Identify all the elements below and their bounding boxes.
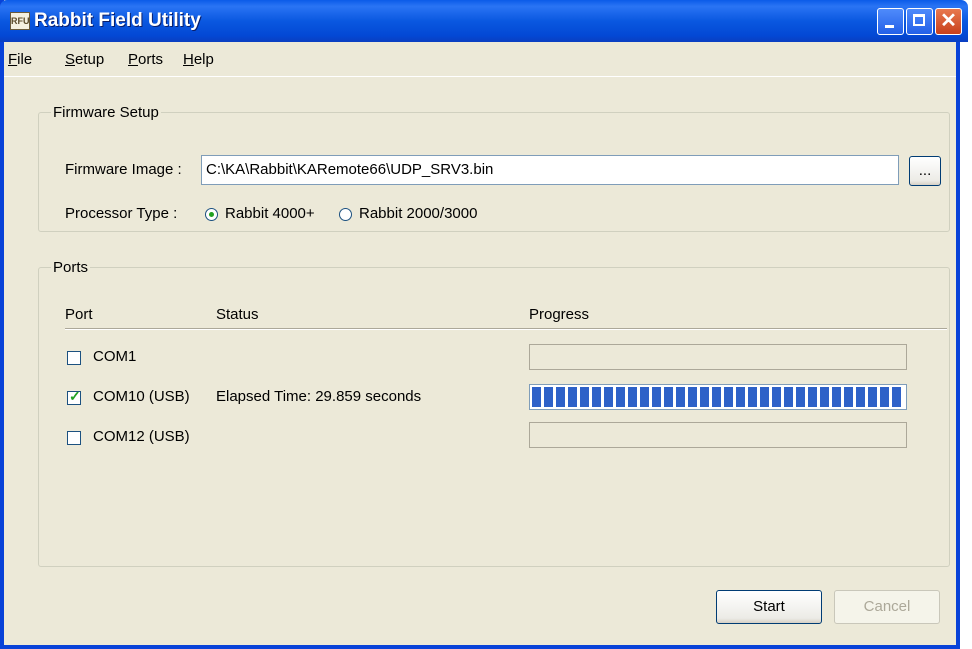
com1-label: COM1 [93,348,137,365]
checkmark-icon: ✓ [69,388,81,404]
menu-setup[interactable]: Setup [65,51,104,68]
processor-type-label: Processor Type : [65,205,178,222]
com12-checkbox[interactable] [67,431,81,445]
start-button[interactable]: Start [716,590,822,624]
com12-progress-bar [529,422,907,448]
minimize-icon [885,25,894,28]
firmware-image-label: Firmware Image : [65,161,182,178]
rabbit-app-icon[interactable]: RFU [10,12,30,30]
title-bar[interactable]: RFU Rabbit Field Utility ✕ [0,0,968,42]
close-icon: ✕ [940,10,957,32]
header-divider [65,328,947,330]
ports-legend: Ports [53,259,89,276]
com10-progress-fill [532,387,904,407]
com1-progress-bar [529,344,907,370]
firmware-setup-group: Firmware Setup Firmware Image : C:\KA\Ra… [38,104,950,232]
firmware-image-input[interactable]: C:\KA\Rabbit\KARemote66\UDP_SRV3.bin [201,155,899,185]
radio-rabbit-2000-3000[interactable] [339,208,352,221]
port-column-header: Port [65,306,93,323]
maximize-button[interactable] [906,8,933,35]
browse-button[interactable]: ... [909,156,941,186]
radio-rabbit-2000-3000-label[interactable]: Rabbit 2000/3000 [359,205,477,222]
maximize-icon [913,14,925,26]
firmware-setup-legend: Firmware Setup [53,104,159,121]
cancel-button-label: Cancel [863,598,911,615]
com12-label: COM12 (USB) [93,428,190,445]
cancel-button[interactable]: Cancel [834,590,940,624]
close-button[interactable]: ✕ [935,8,962,35]
main-window: RFU Rabbit Field Utility ✕ File Setup Po… [0,0,968,649]
radio-selected-dot [209,212,214,217]
window-title: Rabbit Field Utility [34,10,201,31]
com10-progress-bar [529,384,907,410]
menu-ports[interactable]: Ports [128,51,163,68]
start-button-label: Start [753,598,785,615]
com10-checkbox[interactable]: ✓ [67,388,81,405]
radio-rabbit-4000-label[interactable]: Rabbit 4000+ [225,205,315,222]
radio-rabbit-4000[interactable] [205,208,218,221]
menu-bar: File Setup Ports Help [4,42,956,77]
com10-label: COM10 (USB) [93,388,190,405]
menu-help[interactable]: Help [183,51,214,68]
progress-column-header: Progress [529,306,590,323]
ports-group: Ports Port Status Progress COM1 ✓ COM10 … [38,259,950,567]
minimize-button[interactable] [877,8,904,35]
com1-checkbox[interactable] [67,351,81,365]
status-column-header: Status [216,306,259,323]
com10-status: Elapsed Time: 29.859 seconds [216,388,422,405]
menu-file[interactable]: File [8,51,32,68]
